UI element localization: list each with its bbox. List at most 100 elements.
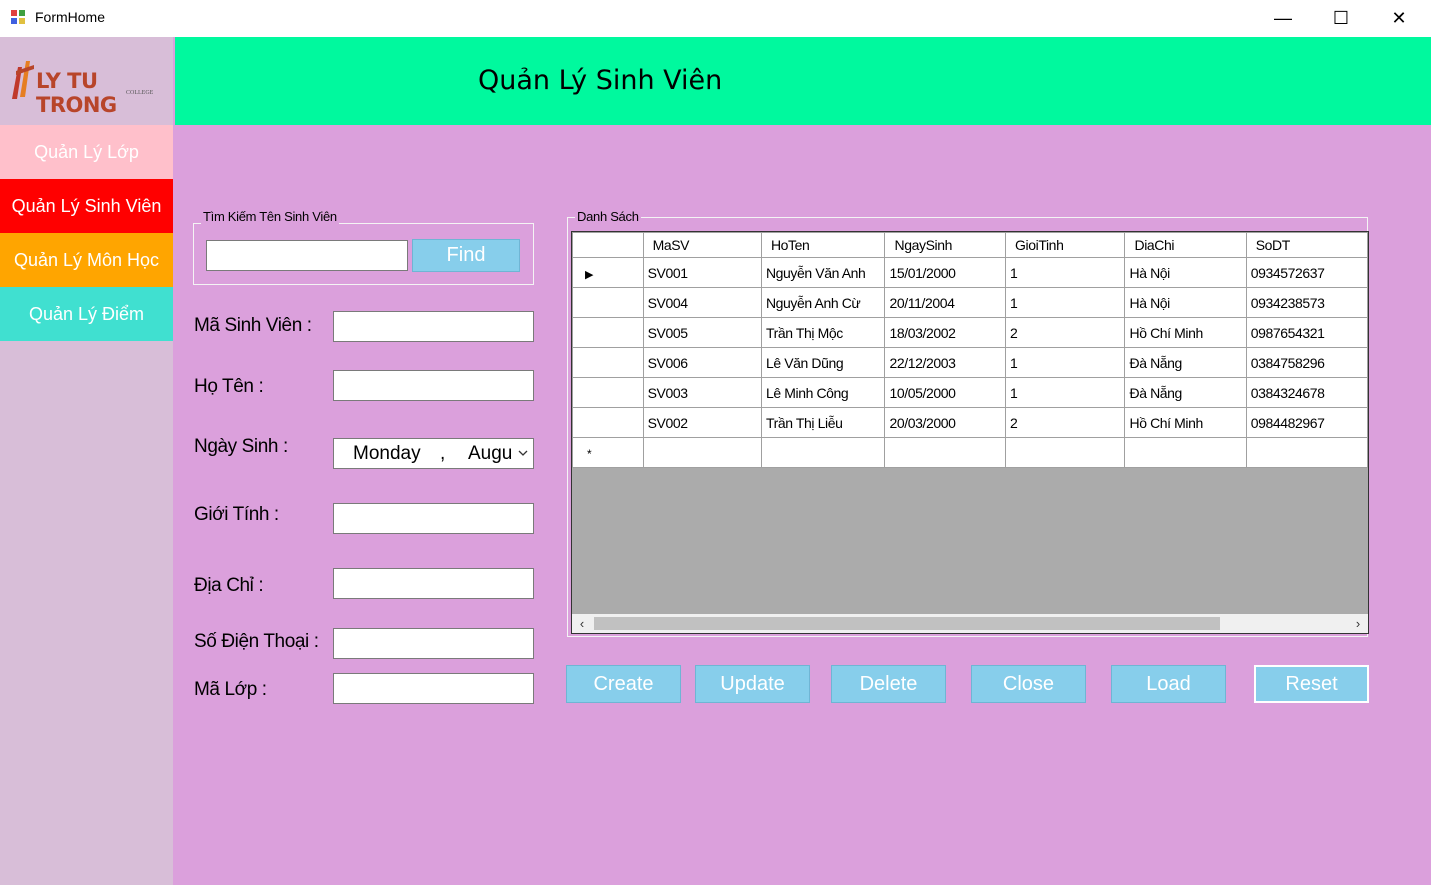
table-cell[interactable]: 20/03/2000 — [884, 407, 1007, 438]
table-cell[interactable]: 0934572637 — [1245, 257, 1368, 288]
row-header-cell[interactable] — [572, 407, 644, 438]
row-header-cell[interactable]: ▶ — [572, 257, 644, 288]
column-header-masv[interactable]: MaSV — [642, 232, 762, 258]
row-header-cell[interactable] — [572, 377, 644, 408]
row-header-cell[interactable] — [572, 287, 644, 318]
maximize-button[interactable]: ☐ — [1312, 0, 1370, 37]
nav-quan-ly-sinh-vien[interactable]: Quản Lý Sinh Viên — [0, 179, 173, 233]
column-header-ngaysinh[interactable]: NgaySinh — [884, 232, 1007, 258]
scroll-left-icon[interactable]: ‹ — [572, 614, 592, 633]
nav-quan-ly-diem[interactable]: Quản Lý Điểm — [0, 287, 173, 341]
load-button[interactable]: Load — [1111, 665, 1226, 703]
table-cell[interactable]: Lê Văn Dũng — [760, 347, 886, 378]
table-cell[interactable]: 20/11/2004 — [884, 287, 1007, 318]
table-cell[interactable] — [760, 437, 886, 468]
nav-quan-ly-mon-hoc[interactable]: Quản Lý Môn Học — [0, 233, 173, 287]
column-header-hoten[interactable]: HoTen — [760, 232, 886, 258]
column-header-sodt[interactable]: SoDT — [1245, 232, 1368, 258]
table-cell[interactable]: SV003 — [642, 377, 762, 408]
logo-mark-icon — [12, 61, 34, 99]
table-cell[interactable]: Hà Nội — [1124, 287, 1247, 318]
table-row[interactable]: SV002 Trần Thị Liễu 20/03/2000 2 Hồ Chí … — [572, 407, 1368, 438]
table-cell[interactable]: 0984482967 — [1245, 407, 1368, 438]
ma-sinh-vien-label: Mã Sinh Viên : — [194, 315, 312, 336]
table-cell[interactable]: Hà Nội — [1124, 257, 1247, 288]
table-cell[interactable]: Trần Thị Mộc — [760, 317, 886, 348]
table-row[interactable]: SV003 Lê Minh Công 10/05/2000 1 Đà Nẵng … — [572, 377, 1368, 408]
student-data-grid[interactable]: MaSV HoTen NgaySinh GioiTinh DiaChi SoDT… — [571, 231, 1369, 634]
page-title: Quản Lý Sinh Viên — [478, 65, 723, 96]
table-cell[interactable]: 0384758296 — [1245, 347, 1368, 378]
close-window-button[interactable]: ✕ — [1370, 0, 1428, 37]
new-row[interactable]: * — [572, 437, 1368, 468]
minimize-button[interactable]: — — [1254, 0, 1312, 37]
table-cell[interactable]: Nguyễn Anh Cừ — [760, 287, 886, 318]
table-cell[interactable]: 2 — [1005, 407, 1126, 438]
horizontal-scrollbar[interactable]: ‹ › — [572, 614, 1368, 633]
table-cell[interactable]: SV005 — [642, 317, 762, 348]
table-cell[interactable]: SV001 — [642, 257, 762, 288]
gioi-tinh-input[interactable] — [333, 503, 534, 534]
table-cell[interactable]: 10/05/2000 — [884, 377, 1007, 408]
table-cell[interactable]: 1 — [1005, 257, 1126, 288]
scroll-right-icon[interactable]: › — [1348, 614, 1368, 633]
table-cell[interactable]: Đà Nẵng — [1124, 347, 1247, 378]
table-cell[interactable]: Hồ Chí Minh — [1124, 317, 1247, 348]
chevron-down-icon[interactable] — [518, 450, 528, 457]
reset-button[interactable]: Reset — [1254, 665, 1369, 703]
table-cell[interactable]: 1 — [1005, 347, 1126, 378]
table-row[interactable]: SV004 Nguyễn Anh Cừ 20/11/2004 1 Hà Nội … — [572, 287, 1368, 318]
nav-quan-ly-lop[interactable]: Quản Lý Lớp — [0, 125, 173, 179]
so-dien-thoai-input[interactable] — [333, 628, 534, 659]
ngay-sinh-label: Ngày Sinh : — [194, 436, 288, 457]
table-cell[interactable]: 2 — [1005, 317, 1126, 348]
ma-lop-input[interactable] — [333, 673, 534, 704]
ho-ten-input[interactable] — [333, 370, 534, 401]
table-cell[interactable]: 0934238573 — [1245, 287, 1368, 318]
table-cell[interactable]: 0384324678 — [1245, 377, 1368, 408]
create-button[interactable]: Create — [566, 665, 681, 703]
row-header-cell[interactable] — [572, 317, 644, 348]
table-cell[interactable]: 1 — [1005, 287, 1126, 318]
table-cell[interactable]: SV006 — [642, 347, 762, 378]
table-cell[interactable]: 18/03/2002 — [884, 317, 1007, 348]
table-cell[interactable] — [884, 437, 1007, 468]
table-cell[interactable]: 22/12/2003 — [884, 347, 1007, 378]
table-row[interactable]: SV005 Trần Thị Mộc 18/03/2002 2 Hồ Chí M… — [572, 317, 1368, 348]
row-header-cell[interactable]: * — [572, 437, 644, 468]
table-cell[interactable]: Hồ Chí Minh — [1124, 407, 1247, 438]
table-cell[interactable] — [642, 437, 762, 468]
row-header-cell[interactable] — [572, 347, 644, 378]
table-row[interactable]: SV006 Lê Văn Dũng 22/12/2003 1 Đà Nẵng 0… — [572, 347, 1368, 378]
table-cell[interactable]: 0987654321 — [1245, 317, 1368, 348]
column-header-diachi[interactable]: DiaChi — [1124, 232, 1247, 258]
sidebar: LY TU TRONG COLLEGE Quản Lý Lớp Quản Lý … — [0, 37, 173, 885]
table-cell[interactable] — [1005, 437, 1126, 468]
find-button[interactable]: Find — [412, 239, 520, 272]
table-cell[interactable]: SV004 — [642, 287, 762, 318]
close-button[interactable]: Close — [971, 665, 1086, 703]
scrollbar-thumb[interactable] — [594, 617, 1220, 630]
delete-button[interactable]: Delete — [831, 665, 946, 703]
table-cell[interactable]: Đà Nẵng — [1124, 377, 1247, 408]
dia-chi-input[interactable] — [333, 568, 534, 599]
table-cell[interactable]: SV002 — [642, 407, 762, 438]
column-header-gioitinh[interactable]: GioiTinh — [1005, 232, 1126, 258]
table-row[interactable]: ▶ SV001 Nguyễn Văn Anh 15/01/2000 1 Hà N… — [572, 257, 1368, 288]
title-bar: FormHome — ☐ ✕ — [0, 0, 1432, 37]
update-button[interactable]: Update — [695, 665, 810, 703]
search-input[interactable] — [206, 240, 408, 271]
ma-sinh-vien-input[interactable] — [333, 311, 534, 342]
table-cell[interactable]: Lê Minh Công — [760, 377, 886, 408]
ngay-sinh-date-picker[interactable]: Monday , Augu — [333, 438, 534, 469]
date-separator: , — [440, 443, 446, 464]
ma-lop-label: Mã Lớp : — [194, 679, 267, 700]
client-area: LY TU TRONG COLLEGE Quản Lý Lớp Quản Lý … — [0, 37, 1431, 885]
table-cell[interactable]: Trần Thị Liễu — [760, 407, 886, 438]
table-cell[interactable] — [1245, 437, 1368, 468]
date-day-text: Monday — [353, 443, 421, 464]
table-cell[interactable] — [1124, 437, 1247, 468]
table-cell[interactable]: Nguyễn Văn Anh — [760, 257, 886, 288]
table-cell[interactable]: 15/01/2000 — [884, 257, 1007, 288]
table-cell[interactable]: 1 — [1005, 377, 1126, 408]
